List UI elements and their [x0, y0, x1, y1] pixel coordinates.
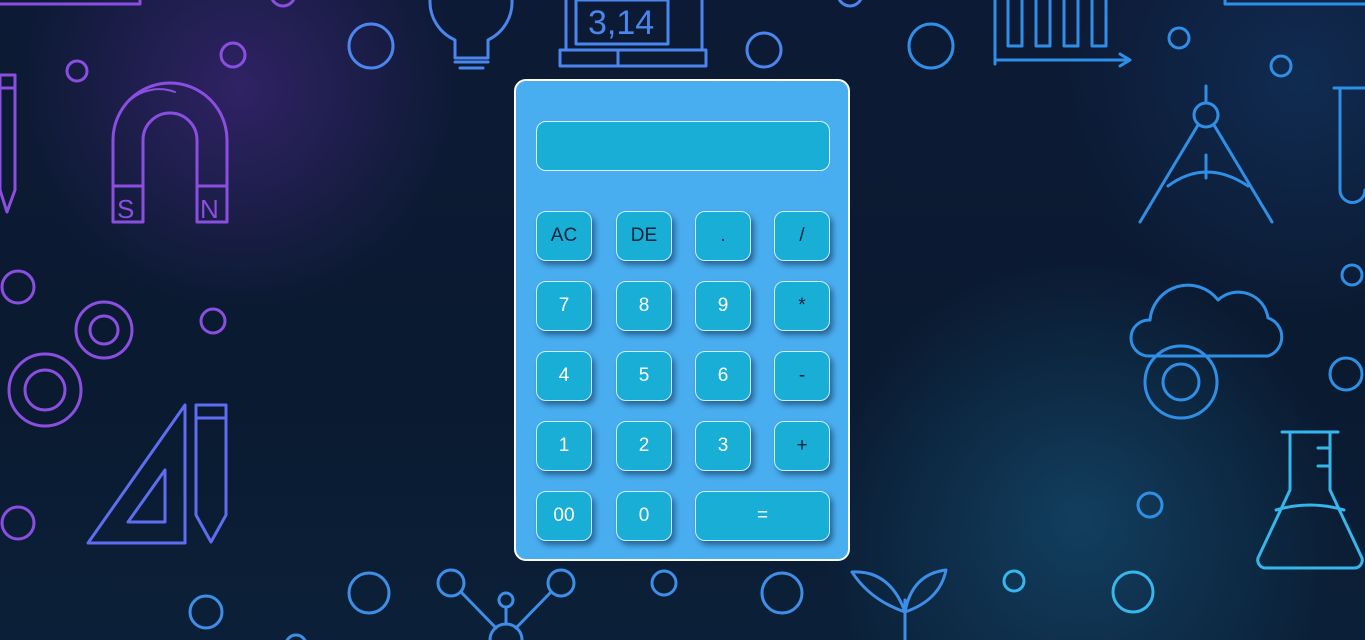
delete-button[interactable]: DE — [616, 211, 672, 261]
cloud-gear-icon — [1129, 283, 1284, 420]
digit-5-button[interactable]: 5 — [616, 351, 672, 401]
decimal-point-button[interactable]: . — [695, 211, 751, 261]
calculator-display[interactable] — [536, 121, 830, 171]
multiply-button[interactable]: * — [774, 281, 830, 331]
set-square-icon — [86, 403, 228, 545]
pi-screen-label: 3,14 — [588, 4, 654, 42]
pencil-icon — [0, 73, 17, 214]
molecule-icon — [436, 568, 576, 640]
double-zero-button[interactable]: 00 — [536, 491, 592, 541]
add-button[interactable]: + — [774, 421, 830, 471]
lightbulb-icon — [428, 0, 514, 70]
subtract-button[interactable]: - — [774, 351, 830, 401]
digit-9-button[interactable]: 9 — [695, 281, 751, 331]
flask-icon — [1256, 430, 1364, 570]
ruler-icon — [0, 0, 142, 6]
digit-8-button[interactable]: 8 — [616, 281, 672, 331]
magnet-n-label: N — [200, 194, 219, 224]
digit-1-button[interactable]: 1 — [536, 421, 592, 471]
magnet-s-label: S — [117, 194, 134, 224]
digit-3-button[interactable]: 3 — [695, 421, 751, 471]
sprout-icon — [850, 568, 948, 640]
calculator: AC DE . / 7 8 9 * 4 5 6 - 1 2 3 + 00 0 = — [514, 79, 850, 561]
clear-all-button[interactable]: AC — [536, 211, 592, 261]
equals-button[interactable]: = — [695, 491, 830, 541]
digit-6-button[interactable]: 6 — [695, 351, 751, 401]
digit-0-button[interactable]: 0 — [616, 491, 672, 541]
bar-chart-icon — [993, 0, 1132, 68]
digit-2-button[interactable]: 2 — [616, 421, 672, 471]
digit-7-button[interactable]: 7 — [536, 281, 592, 331]
divide-button[interactable]: / — [774, 211, 830, 261]
test-tube-icon — [1332, 86, 1365, 204]
compass-icon — [1138, 84, 1274, 224]
digit-4-button[interactable]: 4 — [536, 351, 592, 401]
gears-icon — [7, 300, 134, 428]
